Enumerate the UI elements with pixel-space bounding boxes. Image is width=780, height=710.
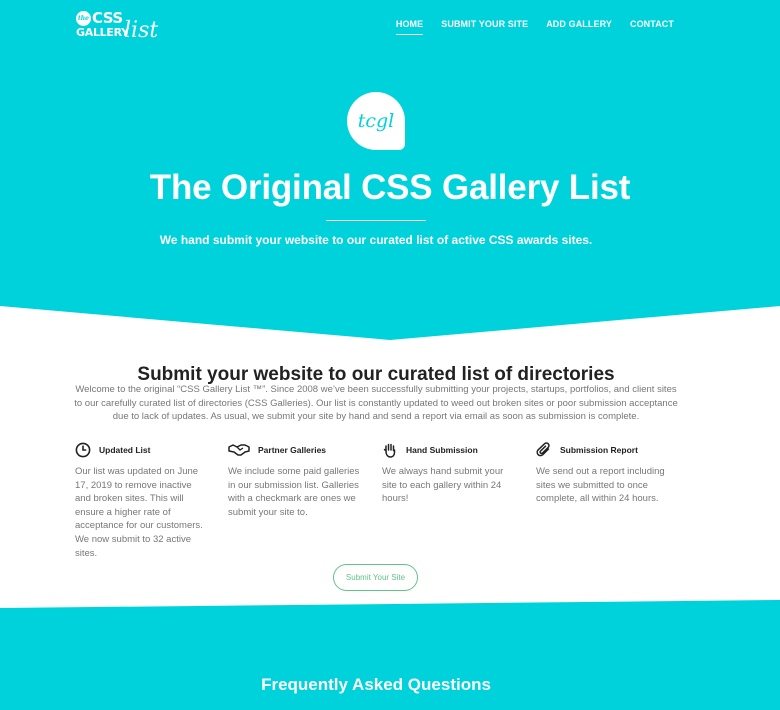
feature-head: Submission Report — [536, 442, 671, 458]
logo-css-text: CSS — [92, 9, 123, 27]
site-logo[interactable]: the CSS GALLERY list — [76, 9, 159, 43]
logo-the-badge: the — [76, 11, 91, 26]
feature-head: Partner Galleries — [228, 442, 363, 458]
feature-title: Submission Report — [560, 445, 638, 455]
feature-title: Partner Galleries — [258, 445, 327, 455]
feature-head: Updated List — [75, 442, 210, 458]
feature-title: Updated List — [99, 445, 151, 455]
handshake-icon — [228, 442, 250, 458]
tcgl-badge-logo: tcgl — [347, 92, 405, 150]
main-nav: HOME SUBMIT YOUR SITE ADD GALLERY CONTAC… — [395, 19, 674, 35]
feature-body: Our list was updated on June 17, 2019 to… — [75, 466, 203, 559]
nav-home[interactable]: HOME — [395, 19, 424, 35]
hand-icon — [382, 442, 398, 458]
logo-list-text: list — [124, 18, 159, 43]
feature-updated-list: Updated List Our list was updated on Jun… — [75, 442, 210, 560]
logo-gallery-text: GALLERY — [76, 26, 129, 39]
badge-text: tcgl — [357, 110, 395, 132]
feature-body: We send out a report including sites we … — [536, 466, 665, 505]
faq-title: Frequently Asked Questions — [261, 675, 491, 694]
feature-body: We include some paid galleries in our su… — [228, 466, 360, 518]
nav-add-gallery[interactable]: ADD GALLERY — [546, 19, 612, 35]
feature-partner-galleries: Partner Galleries We include some paid g… — [228, 442, 363, 519]
feature-title: Hand Submission — [406, 445, 478, 455]
feature-head: Hand Submission — [382, 442, 517, 458]
hero-divider — [326, 220, 426, 221]
clock-icon — [75, 442, 91, 458]
features-row: Updated List Our list was updated on Jun… — [75, 442, 695, 559]
feature-submission-report: Submission Report We send out a report i… — [536, 442, 671, 506]
hero-subtitle: We hand submit your website to our curat… — [159, 233, 593, 247]
hero-title: The Original CSS Gallery List — [149, 168, 631, 207]
paperclip-icon — [536, 442, 552, 458]
feature-hand-submission: Hand Submission We always hand submit yo… — [382, 442, 517, 506]
submit-your-site-button[interactable]: Submit Your Site — [333, 564, 418, 591]
intro-paragraph: Welcome to the original “CSS Gallery Lis… — [74, 384, 678, 423]
feature-body: We always hand submit your site to each … — [382, 466, 504, 505]
nav-submit-your-site[interactable]: SUBMIT YOUR SITE — [441, 19, 528, 35]
nav-contact[interactable]: CONTACT — [630, 19, 674, 35]
